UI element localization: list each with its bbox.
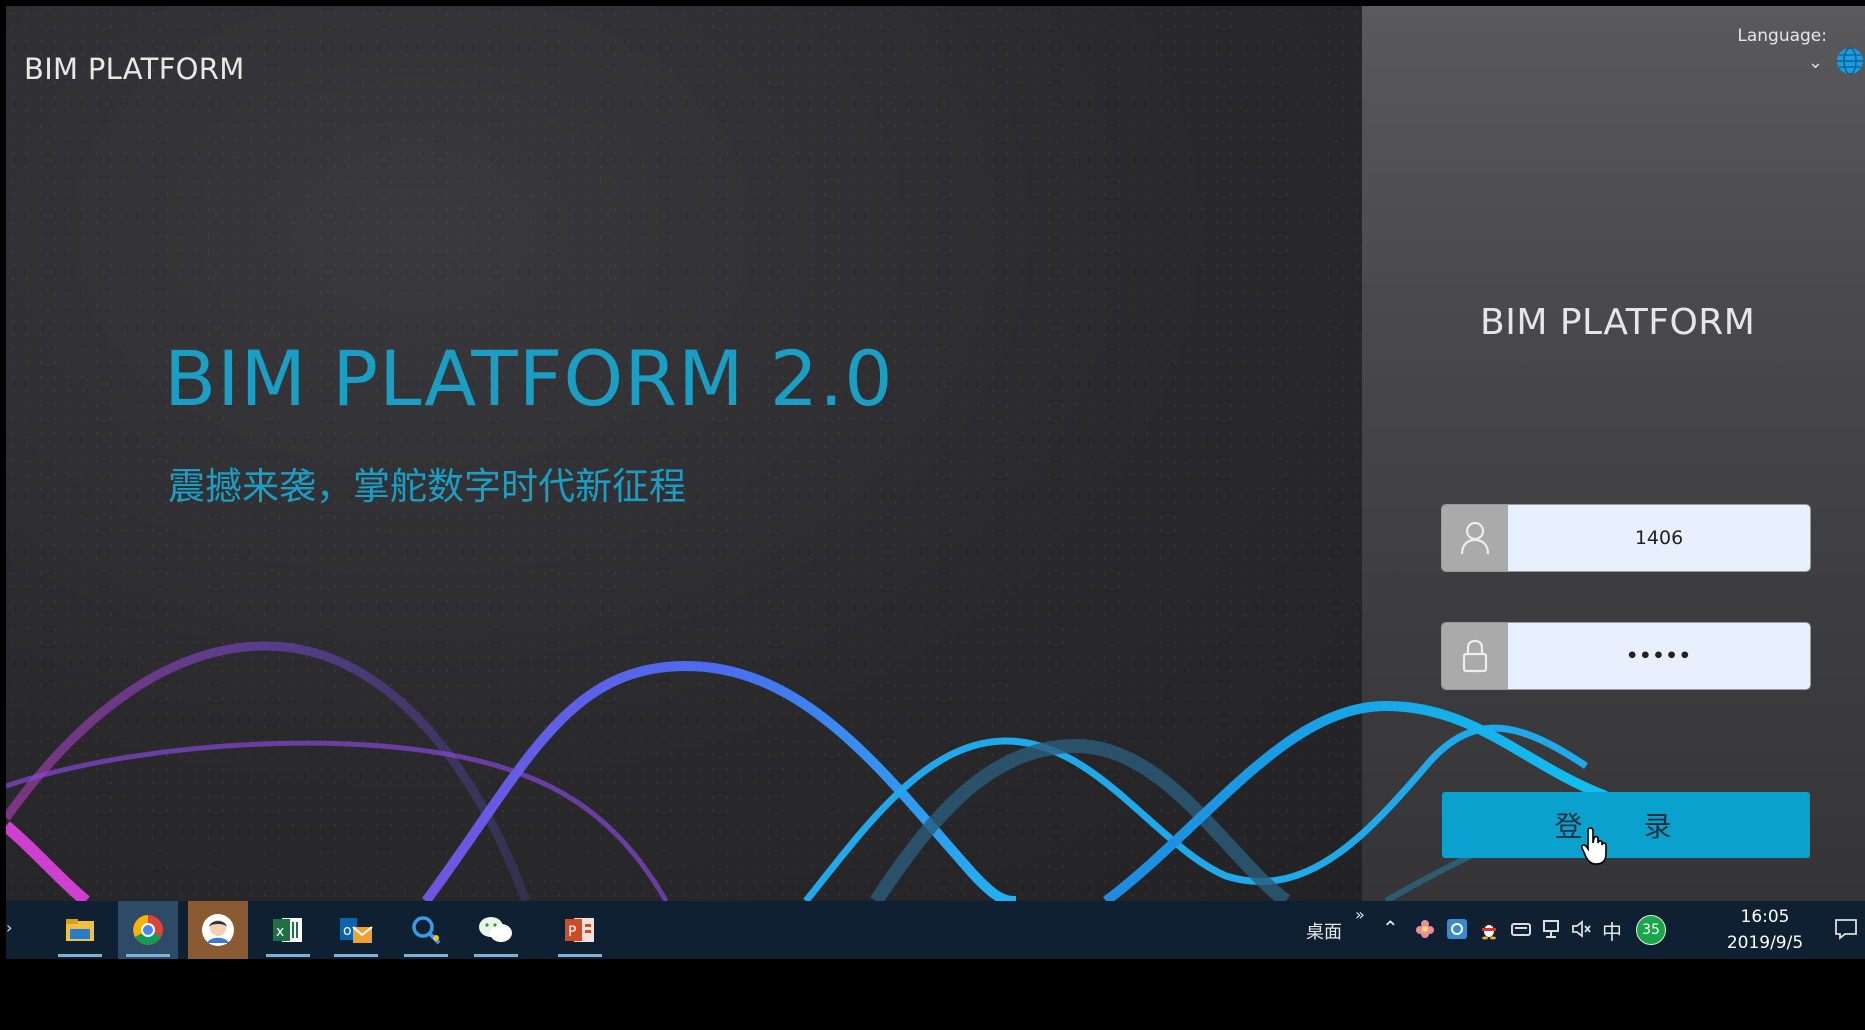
show-hidden-icons-chevron-icon[interactable]: ⌃ <box>1382 916 1399 940</box>
avatar-app-button[interactable] <box>188 901 248 959</box>
file-explorer-button[interactable] <box>50 901 110 959</box>
desktop-toolbar-label[interactable]: 桌面 <box>1306 918 1342 944</box>
excel-icon: x <box>273 918 302 942</box>
wechat-button[interactable] <box>466 901 526 959</box>
svg-text:o: o <box>343 923 352 939</box>
clock-time[interactable]: 16:05 <box>1726 907 1804 927</box>
keyboard-tray-icon[interactable] <box>1510 918 1532 940</box>
badge-count: 35 <box>1642 922 1660 938</box>
brand-title-small: BIM PLATFORM <box>24 52 245 86</box>
hero-title: BIM PLATFORM 2.0 <box>164 334 894 423</box>
svg-text:P: P <box>568 924 576 940</box>
chevron-down-icon[interactable]: ⌄ <box>1808 52 1823 73</box>
login-button[interactable]: 登 录 <box>1442 792 1810 858</box>
hero-subtitle: 震撼来袭，掌舵数字时代新征程 <box>168 465 686 508</box>
language-label: Language: <box>1737 26 1827 46</box>
sync-tray-icon[interactable] <box>1446 918 1468 940</box>
chrome-icon <box>133 915 163 945</box>
flower-tray-icon[interactable] <box>1414 918 1436 940</box>
lock-icon <box>1442 623 1508 689</box>
clock-date[interactable]: 2019/9/5 <box>1718 933 1812 953</box>
chrome-button[interactable] <box>118 901 178 959</box>
login-brand-title: BIM PLATFORM <box>1480 302 1756 343</box>
powerpoint-icon: P <box>565 918 594 942</box>
decorative-waves <box>6 641 1608 901</box>
taskbar-edge-icon: › <box>6 918 13 937</box>
password-field[interactable]: ••••• <box>1442 623 1810 689</box>
search-app-button[interactable] <box>396 901 456 959</box>
powerpoint-button[interactable]: P <box>550 901 610 959</box>
password-input[interactable]: ••••• <box>1508 623 1810 689</box>
username-field[interactable]: 1406 <box>1442 505 1810 571</box>
login-window: BIM PLATFORM BIM PLATFORM 2.0 震撼来袭，掌舵数字时… <box>6 6 1865 901</box>
svg-text:x: x <box>276 924 284 940</box>
qq-penguin-icon[interactable] <box>1478 918 1500 940</box>
hand-cursor-icon <box>1581 827 1607 865</box>
username-input[interactable]: 1406 <box>1508 505 1810 571</box>
toolbar-overflow-icon[interactable]: » <box>1355 905 1365 924</box>
taskbar: › x o P 桌面 » ⌃ 中 35 16:05 2019/9/5 <box>6 901 1865 959</box>
excel-button[interactable]: x <box>258 901 318 959</box>
notification-badge[interactable]: 35 <box>1636 915 1666 945</box>
outlook-icon: o <box>340 918 373 943</box>
user-icon <box>1442 505 1508 571</box>
globe-icon[interactable] <box>1835 46 1865 76</box>
volume-muted-icon[interactable] <box>1570 918 1592 940</box>
outlook-button[interactable]: o <box>326 901 386 959</box>
avatar-app-icon <box>202 914 234 946</box>
file-explorer-icon <box>66 919 94 941</box>
search-app-icon <box>412 916 441 945</box>
wechat-icon <box>479 917 512 942</box>
network-icon[interactable] <box>1542 918 1564 940</box>
ime-indicator[interactable]: 中 <box>1602 916 1622 945</box>
action-center-icon[interactable] <box>1834 917 1858 941</box>
